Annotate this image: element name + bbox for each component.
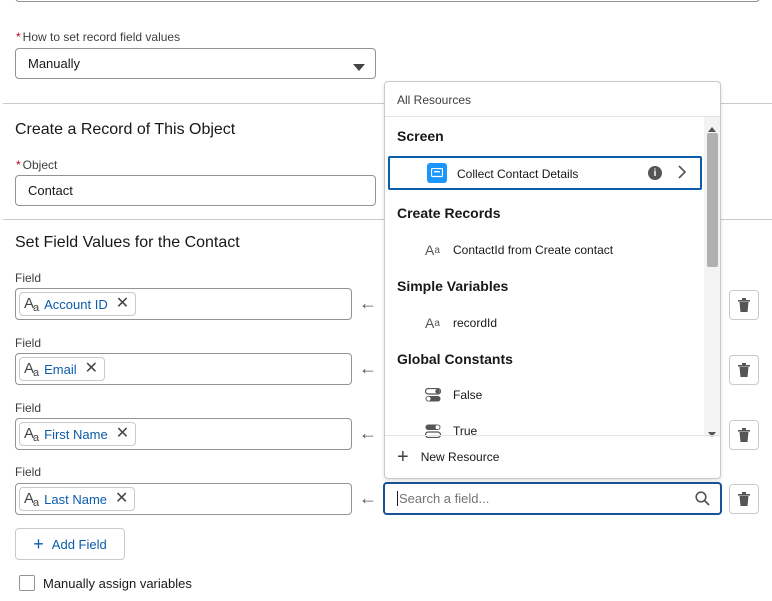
chevron-right-icon[interactable] — [678, 165, 687, 182]
divider — [720, 219, 772, 220]
close-icon[interactable]: ✕ — [116, 296, 129, 312]
field-input[interactable]: Aa Email ✕ — [15, 353, 352, 385]
delete-button[interactable] — [729, 355, 759, 385]
search-icon — [695, 491, 710, 509]
search-input-wrapper[interactable]: Search a field... — [383, 482, 722, 515]
scrollbar-thumb[interactable] — [707, 133, 718, 267]
delete-button[interactable] — [729, 420, 759, 450]
group-simple-variables: Simple Variables — [397, 278, 509, 294]
plus-icon: + — [33, 534, 44, 554]
trash-icon — [738, 492, 750, 506]
resource-item-collect-contact-details[interactable]: Collect Contact Details i — [388, 156, 702, 190]
text-type-icon: Aa — [425, 242, 440, 258]
field-pill: Aa First Name ✕ — [19, 422, 137, 446]
field-label: Field — [15, 271, 42, 285]
toggle-icon — [425, 388, 453, 402]
arrow-left-icon: ← — [359, 358, 377, 378]
resource-item-label: Collect Contact Details — [457, 167, 579, 181]
arrow-left-icon: ← — [359, 488, 377, 508]
text-type-icon: Aa — [24, 424, 39, 444]
field-pill-label: Email — [44, 361, 77, 377]
text-type-icon: Aa — [24, 294, 39, 314]
field-label: Field — [15, 465, 42, 479]
create-record-title: Create a Record of This Object — [15, 121, 236, 138]
field-pill-label: First Name — [44, 426, 108, 442]
how-to-set-value: Manually — [28, 56, 81, 71]
delete-button[interactable] — [729, 484, 759, 514]
new-resource-label: New Resource — [420, 450, 500, 464]
divider — [3, 219, 385, 220]
field-label: Field — [15, 401, 42, 415]
add-field-label: Add Field — [51, 536, 107, 552]
how-to-set-select[interactable]: Manually — [15, 48, 376, 79]
plus-icon: + — [397, 446, 409, 468]
info-icon[interactable]: i — [648, 166, 662, 180]
manual-assign-checkbox[interactable] — [19, 575, 35, 591]
field-pill: Aa Email ✕ — [19, 357, 106, 381]
close-icon[interactable]: ✕ — [115, 491, 128, 507]
resource-item-false[interactable]: False — [425, 388, 482, 402]
resource-item-contactid[interactable]: Aa ContactId from Create contact — [425, 242, 613, 258]
screen-icon — [427, 163, 447, 183]
new-resource-button[interactable]: + New Resource — [385, 435, 720, 478]
how-to-set-label: * How to set record field values — [16, 30, 181, 44]
divider — [720, 103, 772, 104]
dropdown-header: All Resources — [385, 82, 720, 117]
close-icon[interactable]: ✕ — [116, 426, 129, 442]
resource-dropdown[interactable]: All Resources Screen Collect Contact Det… — [384, 81, 721, 479]
text-type-icon: Aa — [24, 359, 39, 379]
text-type-icon: Aa — [24, 489, 39, 509]
group-create-records: Create Records — [397, 205, 501, 221]
text-type-icon: Aa — [425, 315, 440, 331]
manual-assign-label: Manually assign variables — [43, 576, 192, 591]
object-value: Contact — [28, 183, 73, 198]
arrow-left-icon: ← — [359, 423, 377, 443]
trash-icon — [738, 298, 750, 312]
field-input[interactable]: Aa Account ID ✕ — [15, 288, 352, 320]
field-pill: Aa Account ID ✕ — [19, 292, 137, 316]
chevron-down-icon — [353, 60, 365, 75]
field-input[interactable]: Aa First Name ✕ — [15, 418, 352, 450]
group-screen: Screen — [397, 128, 444, 144]
close-icon[interactable]: ✕ — [85, 361, 98, 377]
set-field-values-title: Set Field Values for the Contact — [15, 234, 240, 251]
object-label: * Object — [16, 158, 58, 172]
field-pill-label: Last Name — [44, 491, 108, 507]
field-pill-label: Account ID — [44, 296, 108, 312]
top-partial-input[interactable] — [15, 0, 760, 2]
trash-icon — [738, 363, 750, 377]
arrow-left-icon: ← — [359, 293, 377, 313]
add-field-button[interactable]: + Add Field — [15, 528, 125, 560]
delete-button[interactable] — [729, 290, 759, 320]
field-label: Field — [15, 336, 42, 350]
search-input[interactable]: Search a field... — [397, 491, 489, 506]
group-global-constants: Global Constants — [397, 351, 513, 367]
field-input[interactable]: Aa Last Name ✕ — [15, 483, 352, 515]
trash-icon — [738, 428, 750, 442]
object-input[interactable]: Contact — [15, 175, 376, 206]
field-pill: Aa Last Name ✕ — [19, 487, 136, 511]
dropdown-scrollbar[interactable] — [704, 117, 720, 437]
resource-item-recordid[interactable]: Aa recordId — [425, 315, 497, 331]
divider — [3, 103, 385, 104]
